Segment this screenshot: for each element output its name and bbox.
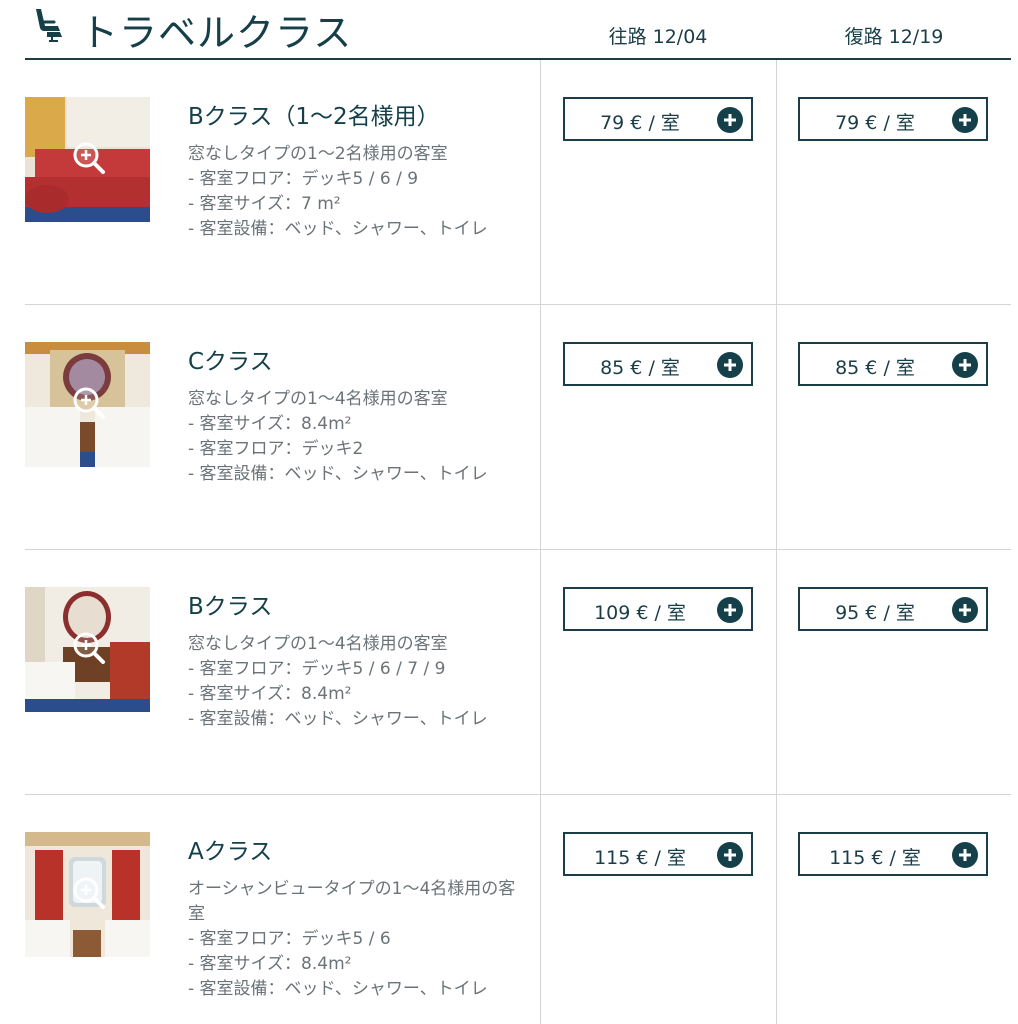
plus-circle-icon xyxy=(717,842,743,868)
room-desc-line: - 客室設備：ベッド、シャワー、トイレ xyxy=(188,709,488,729)
seat-icon xyxy=(36,9,62,42)
plus-circle-icon xyxy=(952,107,978,133)
outbound-column-header: 往路 12/04 xyxy=(608,26,708,48)
plus-circle-icon xyxy=(952,597,978,623)
room-desc-line: 窓なしタイプの1〜2名様用の客室 xyxy=(188,144,448,164)
room-desc-line: - 客室フロア：デッキ5 / 6 / 7 / 9 xyxy=(188,659,446,679)
room-description: 窓なしタイプの1〜4名様用の客室 - 客室サイズ：8.4m² - 客室フロア：デ… xyxy=(188,387,518,487)
return-price-button[interactable]: 115 € / 室 xyxy=(798,832,988,876)
room-photo[interactable] xyxy=(25,832,150,957)
plus-circle-icon xyxy=(952,842,978,868)
room-desc-line: - 客室サイズ：8.4m² xyxy=(188,954,352,974)
room-name: Bクラス xyxy=(188,594,273,620)
room-name: Bクラス（1〜2名様用） xyxy=(188,104,440,130)
room-description: 窓なしタイプの1〜4名様用の客室 - 客室フロア：デッキ5 / 6 / 7 / … xyxy=(188,632,518,732)
room-name: Aクラス xyxy=(188,839,273,865)
plus-circle-icon xyxy=(952,352,978,378)
price-label: 85 € / 室 xyxy=(600,357,680,379)
plus-circle-icon xyxy=(717,352,743,378)
room-desc-line: - 客室サイズ：8.4m² xyxy=(188,684,352,704)
section-header: トラベルクラス 往路 12/04 復路 12/19 xyxy=(0,0,1018,60)
outbound-price-button[interactable]: 79 € / 室 xyxy=(563,97,753,141)
return-price-button[interactable]: 85 € / 室 xyxy=(798,342,988,386)
plus-circle-icon xyxy=(717,107,743,133)
zoom-in-icon[interactable] xyxy=(72,386,106,420)
return-column-header: 復路 12/19 xyxy=(844,26,944,48)
room-photo[interactable] xyxy=(25,587,150,712)
price-label: 115 € / 室 xyxy=(829,847,921,869)
page-title: トラベルクラス xyxy=(80,11,353,55)
room-desc-line: - 客室設備：ベッド、シャワー、トイレ xyxy=(188,979,488,999)
room-desc-line: - 客室フロア：デッキ5 / 6 xyxy=(188,929,391,949)
room-desc-line: - 客室フロア：デッキ5 / 6 / 9 xyxy=(188,169,419,189)
room-row: Bクラス 窓なしタイプの1〜4名様用の客室 - 客室フロア：デッキ5 / 6 /… xyxy=(25,550,1011,795)
room-desc-line: 窓なしタイプの1〜4名様用の客室 xyxy=(188,389,448,409)
room-desc-line: オーシャンビュータイプの1〜4名様用の客室 xyxy=(188,879,516,924)
outbound-price-button[interactable]: 115 € / 室 xyxy=(563,832,753,876)
room-name: Cクラス xyxy=(188,349,273,375)
room-description: オーシャンビュータイプの1〜4名様用の客室 - 客室フロア：デッキ5 / 6 -… xyxy=(188,877,518,1002)
room-photo[interactable] xyxy=(25,97,150,222)
zoom-in-icon[interactable] xyxy=(72,631,106,665)
price-label: 115 € / 室 xyxy=(594,847,686,869)
room-desc-line: - 客室サイズ：8.4m² xyxy=(188,414,352,434)
room-desc-line: - 客室設備：ベッド、シャワー、トイレ xyxy=(188,464,488,484)
room-row: Bクラス（1〜2名様用） 窓なしタイプの1〜2名様用の客室 - 客室フロア：デッ… xyxy=(25,60,1011,305)
price-label: 79 € / 室 xyxy=(835,112,915,134)
price-label: 85 € / 室 xyxy=(835,357,915,379)
room-row: Cクラス 窓なしタイプの1〜4名様用の客室 - 客室サイズ：8.4m² - 客室… xyxy=(25,305,1011,550)
room-photo[interactable] xyxy=(25,342,150,467)
room-desc-line: 窓なしタイプの1〜4名様用の客室 xyxy=(188,634,448,654)
price-label: 109 € / 室 xyxy=(594,602,686,624)
room-desc-line: - 客室設備：ベッド、シャワー、トイレ xyxy=(188,219,488,239)
room-description: 窓なしタイプの1〜2名様用の客室 - 客室フロア：デッキ5 / 6 / 9 - … xyxy=(188,142,518,242)
return-price-button[interactable]: 79 € / 室 xyxy=(798,97,988,141)
price-label: 95 € / 室 xyxy=(835,602,915,624)
outbound-price-button[interactable]: 85 € / 室 xyxy=(563,342,753,386)
room-desc-line: - 客室サイズ：7 m² xyxy=(188,194,341,214)
return-price-button[interactable]: 95 € / 室 xyxy=(798,587,988,631)
zoom-in-icon[interactable] xyxy=(72,876,106,910)
room-row: Aクラス オーシャンビュータイプの1〜4名様用の客室 - 客室フロア：デッキ5 … xyxy=(25,795,1011,1024)
plus-circle-icon xyxy=(717,597,743,623)
room-desc-line: - 客室フロア：デッキ2 xyxy=(188,439,364,459)
zoom-in-icon[interactable] xyxy=(72,141,106,175)
price-label: 79 € / 室 xyxy=(600,112,680,134)
outbound-price-button[interactable]: 109 € / 室 xyxy=(563,587,753,631)
